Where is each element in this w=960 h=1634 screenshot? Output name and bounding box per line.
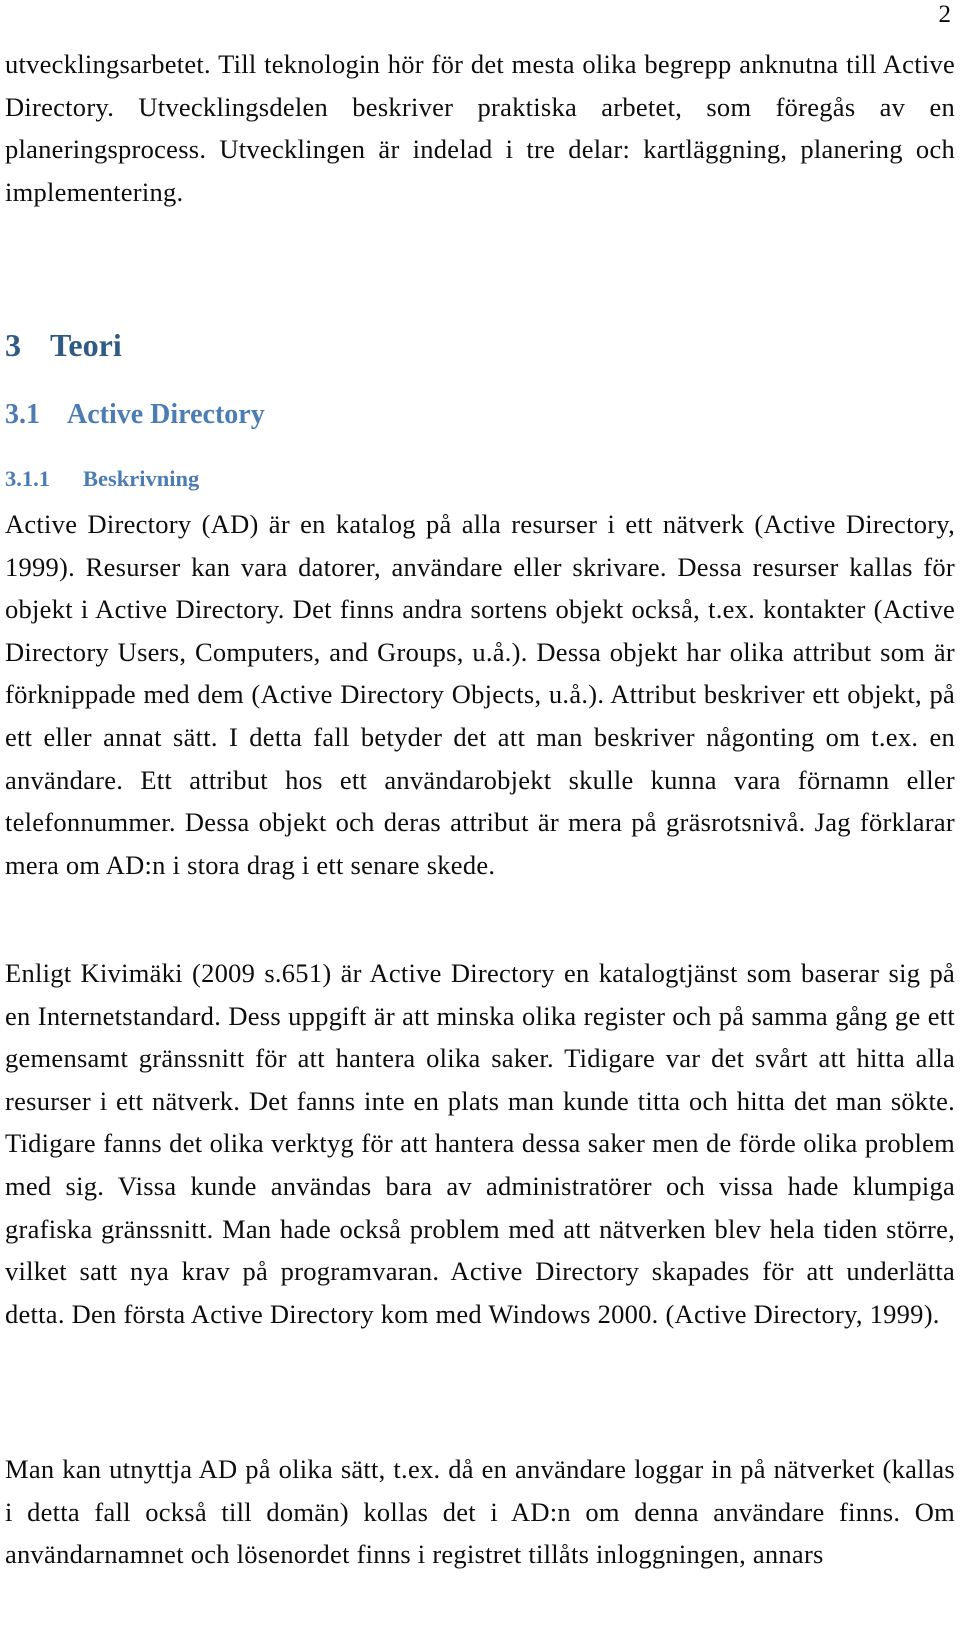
heading-3-1-1-number: 3.1.1 (5, 466, 50, 491)
paragraph-continued-intro: utvecklingsarbetet. Till teknologin hör … (5, 49, 955, 207)
heading-3-number: 3 (5, 327, 21, 363)
heading-3-1-1-beskrivning: 3.1.1 Beskrivning (5, 466, 200, 492)
heading-3-1-title: Active Directory (67, 399, 265, 430)
heading-3-title: Teori (50, 327, 122, 363)
heading-3-1-1-title: Beskrivning (83, 466, 200, 491)
heading-3-teori: 3 Teori (5, 327, 122, 363)
heading-3-1-number: 3.1 (5, 399, 40, 430)
paragraph-kivimaki: Enligt Kivimäki (2009 s.651) är Active D… (5, 958, 955, 1329)
document-page: 2 utvecklingsarbetet. Till teknologin hö… (0, 0, 960, 1634)
heading-3-1-active-directory: 3.1 Active Directory (5, 399, 265, 431)
paragraph-beskrivning: Active Directory (AD) är en katalog på a… (5, 509, 955, 880)
page-number: 2 (938, 1, 952, 28)
paragraph-utnyttja: Man kan utnyttja AD på olika sätt, t.ex.… (5, 1454, 955, 1570)
